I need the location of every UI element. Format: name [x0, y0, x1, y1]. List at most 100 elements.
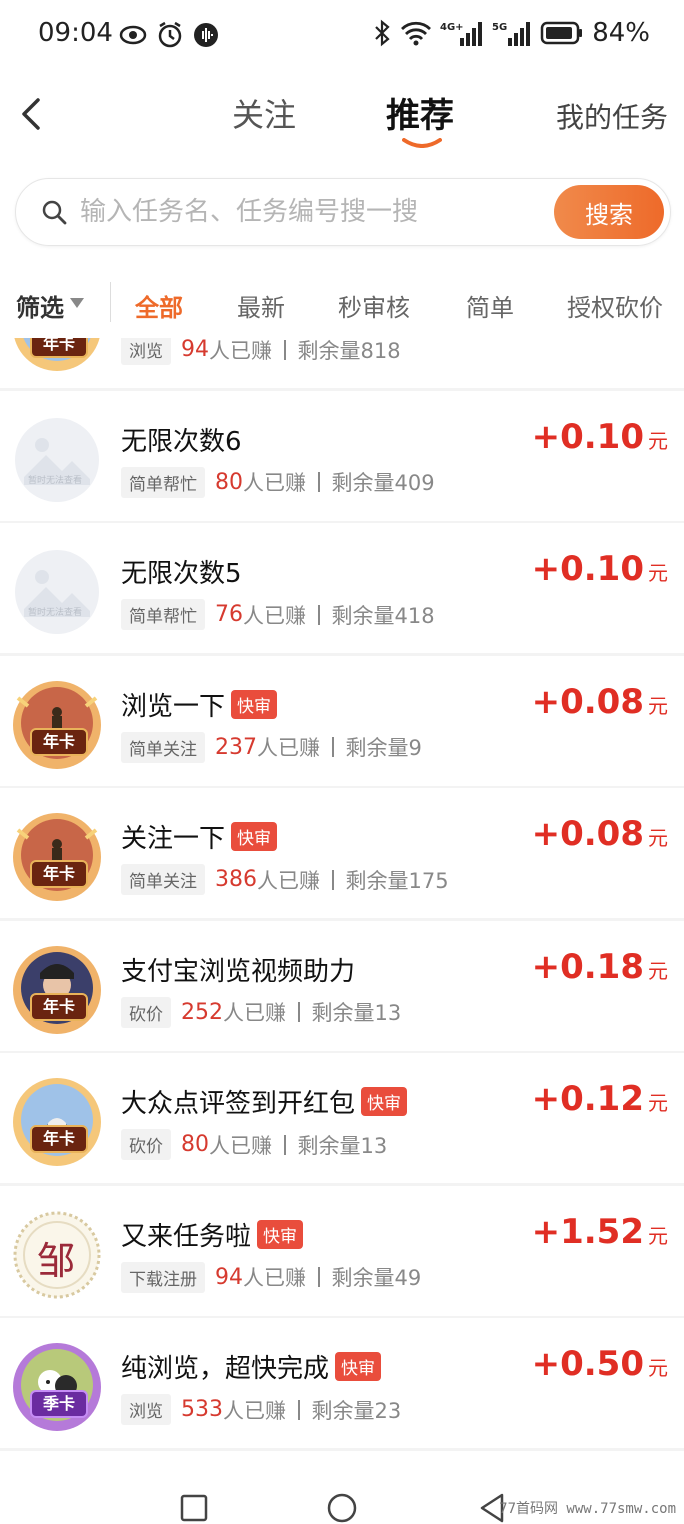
earned-label: 人已赚 [257, 736, 320, 760]
task-title-text: 支付宝浏览视频助力 [121, 956, 356, 987]
fast-review-badge: 快审 [231, 822, 278, 851]
remaining-count: 剩余量418 [331, 603, 435, 628]
task-row[interactable]: 邹 又来任务啦 快审 下载注册 94 人已赚 剩余量49 +1.52 元 [0, 1185, 684, 1319]
my-tasks-link[interactable]: 我的任务 [556, 96, 668, 136]
search-input[interactable] [78, 191, 552, 233]
reward-amount: +1.52 [531, 1211, 644, 1252]
fast-review-badge: 快审 [257, 1219, 304, 1249]
task-row[interactable]: 年卡 支付宝浏览视频助力 砍价 252 人已赚 剩余量13 +0.18 元 [0, 920, 684, 1054]
task-type-tag: 下载注册 [121, 1261, 205, 1293]
earned-count: 533 [181, 1397, 223, 1422]
task-meta: 砍价 80 人已赚 剩余量13 [121, 1129, 387, 1160]
category-simple[interactable]: 简单 [466, 288, 514, 323]
remaining-count: 剩余量13 [311, 1001, 402, 1025]
membership-card-badge: 季卡 [30, 1390, 88, 1418]
search-button[interactable]: 搜索 [554, 185, 664, 239]
bluetooth-icon [375, 19, 390, 47]
task-meta: 砍价 252 人已赚 剩余量13 [121, 996, 402, 1028]
earned-count: 386 [215, 867, 257, 892]
category-latest[interactable]: 最新 [237, 288, 285, 323]
task-title-text: 无限次数5 [121, 559, 242, 589]
task-title: 又来任务啦 快审 [121, 1216, 304, 1253]
remaining-count: 剩余量175 [345, 868, 449, 893]
fast-review-badge: 快审 [335, 1352, 382, 1381]
reward-unit: 元 [648, 826, 668, 850]
alarm-icon [158, 21, 182, 48]
meta-separator [284, 339, 286, 360]
task-meta: 简单帮忙 76 人已赚 剩余量418 [121, 599, 435, 630]
earned-label: 人已赚 [223, 1001, 286, 1025]
earned-count: 76 [215, 602, 243, 627]
svg-text:5G: 5G [492, 22, 507, 33]
task-row[interactable]: 季卡 纯浏览，超快完成 快审 浏览 533 人已赚 剩余量23 +0.50 元 [0, 1318, 684, 1451]
earned-label: 人已赚 [243, 1266, 306, 1290]
task-row[interactable]: 年卡 关注一下 快审 简单关注 386 人已赚 剩余量175 +0.08 元 [0, 788, 684, 921]
task-title-text: 又来任务啦 [121, 1221, 252, 1252]
task-reward: +0.50 元 [532, 1344, 668, 1384]
recent-apps-icon[interactable] [180, 1494, 208, 1522]
earned-label: 人已赚 [223, 1398, 286, 1423]
task-title: 无限次数6 [121, 421, 242, 458]
remaining-count: 剩余量13 [297, 1133, 388, 1158]
reward-amount: +0.10 [531, 416, 644, 457]
earned-count: 94 [181, 338, 209, 362]
reward-unit: 元 [648, 428, 668, 453]
task-type-tag: 砍价 [121, 1129, 171, 1160]
reward-unit: 元 [648, 1091, 668, 1115]
task-row[interactable]: 年卡 浏览 94 人已赚 剩余量818 [0, 338, 684, 391]
task-row[interactable]: 年卡 大众点评签到开红包 快审 砍价 80 人已赚 剩余量13 +0.12 元 [0, 1053, 684, 1186]
task-reward: +0.18 元 [532, 947, 668, 987]
task-type-tag: 简单关注 [121, 864, 205, 895]
meta-separator [318, 472, 320, 492]
task-reward: +0.08 元 [532, 814, 668, 854]
active-tab-indicator [402, 138, 442, 148]
reward-amount: +0.08 [531, 814, 644, 854]
remaining-count: 剩余量9 [345, 736, 422, 760]
search-bar: 搜索 [15, 178, 671, 246]
task-row[interactable]: 暂时无法查看 无限次数6 简单帮忙 80 人已赚 剩余量409 +0.10 元 [0, 390, 684, 524]
filter-divider [110, 282, 111, 322]
filter-dropdown[interactable]: 筛选 [16, 288, 64, 323]
status-right-icons: 4G+ 5G 84% [372, 18, 650, 48]
earned-label: 人已赚 [243, 471, 306, 495]
top-nav: 关注 推荐 我的任务 [0, 70, 684, 160]
task-title: 无限次数5 [121, 553, 242, 590]
task-title-text: 无限次数6 [121, 426, 242, 457]
meta-separator [284, 1134, 286, 1155]
husky-icon [10, 1075, 104, 1169]
task-reward: +0.10 元 [532, 549, 668, 589]
eye-icon [119, 25, 147, 45]
tab-follow[interactable]: 关注 [232, 90, 296, 136]
task-row[interactable]: 暂时无法查看 无限次数5 简单帮忙 76 人已赚 剩余量418 +0.10 元 [0, 523, 684, 656]
meta-separator [298, 1002, 300, 1022]
wifi-icon [401, 21, 432, 46]
membership-card-badge: 年卡 [30, 992, 88, 1021]
task-list: 年卡 浏览 94 人已赚 剩余量818 暂时无法查看 无限次数6 简单帮忙 80 人已赚 剩余量40… [0, 338, 684, 1468]
remaining-count: 剩余量409 [331, 471, 435, 495]
task-meta: 浏览 533 人已赚 剩余量23 [121, 1394, 401, 1425]
task-meta: 简单关注 237 人已赚 剩余量9 [121, 731, 422, 763]
dropdown-arrow-icon [70, 298, 84, 308]
reward-amount: +0.10 [531, 549, 644, 589]
category-auth-bargain[interactable]: 授权砍价 [567, 288, 663, 323]
category-fast-review[interactable]: 秒审核 [338, 288, 410, 323]
category-all[interactable]: 全部 [135, 288, 183, 323]
task-meta: 下载注册 94 人已赚 剩余量49 [121, 1261, 421, 1293]
earned-label: 人已赚 [257, 868, 320, 893]
search-icon [42, 200, 67, 225]
back-arrow-icon[interactable] [18, 94, 48, 134]
task-title-text: 浏览一下 [121, 691, 226, 722]
task-meta: 简单关注 386 人已赚 剩余量175 [121, 864, 449, 895]
svg-text:4G+: 4G+ [440, 22, 464, 33]
home-icon[interactable] [326, 1492, 358, 1524]
task-type-tag: 简单关注 [121, 731, 205, 763]
voice-record-icon [194, 23, 218, 47]
task-reward: +0.08 元 [532, 682, 668, 722]
meta-separator [332, 737, 334, 757]
task-title: 支付宝浏览视频助力 [121, 951, 355, 988]
signal-4g-icon: 4G+ [440, 22, 483, 46]
reward-unit: 元 [648, 693, 668, 718]
battery-percent: 84% [592, 18, 650, 48]
tab-recommend[interactable]: 推荐 [386, 88, 454, 137]
task-row[interactable]: 年卡 浏览一下 快审 简单关注 237 人已赚 剩余量9 +0.08 元 [0, 655, 684, 789]
